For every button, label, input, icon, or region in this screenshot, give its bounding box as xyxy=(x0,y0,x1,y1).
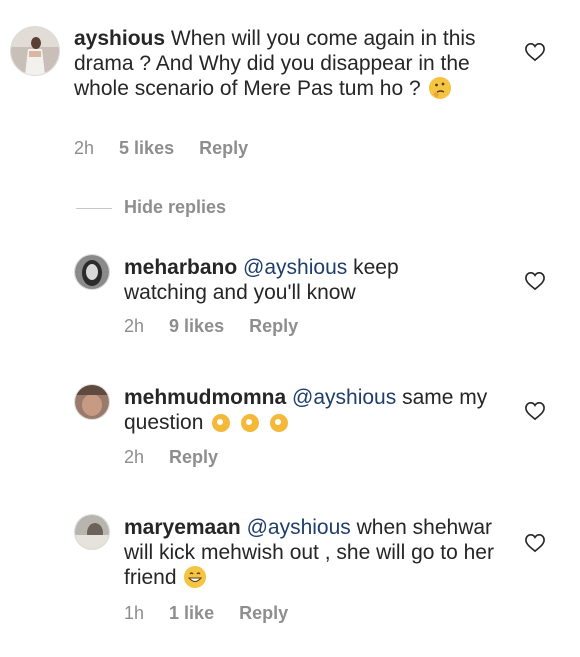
heart-outline-icon[interactable] xyxy=(524,533,546,558)
reply-username[interactable]: mehmudmomna xyxy=(124,386,286,409)
avatar-ayshious[interactable] xyxy=(10,26,60,76)
reply-button[interactable]: Reply xyxy=(169,447,218,467)
reply-text: maryemaan @ayshious when shehwar will ki… xyxy=(124,515,494,590)
mention-link[interactable]: @ayshious xyxy=(292,386,396,409)
reply-button[interactable]: Reply xyxy=(239,603,288,623)
grinning-face-icon xyxy=(184,566,207,588)
reply-time: 1h xyxy=(124,603,145,623)
thinking-face-icon xyxy=(428,77,451,99)
mention-link[interactable]: @ayshious xyxy=(247,516,351,539)
comment-username[interactable]: ayshious xyxy=(74,27,165,50)
reply-time: 2h xyxy=(124,316,145,336)
avatar-meharbano[interactable] xyxy=(74,254,110,290)
comment-likes[interactable]: 5 likes xyxy=(119,138,174,158)
avatar-mehmudmomna[interactable] xyxy=(74,384,110,420)
reply-button[interactable]: Reply xyxy=(199,138,248,158)
hide-replies-divider xyxy=(76,208,112,209)
reply-text: mehmudmomna @ayshious same my question xyxy=(124,385,504,435)
reply-meta: 2h Reply xyxy=(124,447,238,468)
reply-meta: 1h 1 like Reply xyxy=(124,603,308,624)
hide-replies-button[interactable]: Hide replies xyxy=(124,197,226,218)
reply-text: meharbano @ayshious keep watching and yo… xyxy=(124,255,454,305)
heart-outline-icon[interactable] xyxy=(524,42,546,67)
comment-meta: 2h 5 likes Reply xyxy=(74,138,268,159)
reply-meta: 2h 9 likes Reply xyxy=(124,316,318,337)
reply-button[interactable]: Reply xyxy=(249,316,298,336)
reply-likes[interactable]: 1 like xyxy=(169,603,214,623)
comment-text: ayshious When will you come again in thi… xyxy=(74,26,494,101)
heart-outline-icon[interactable] xyxy=(524,271,546,296)
mention-link[interactable]: @ayshious xyxy=(243,256,347,279)
reply-username[interactable]: maryemaan xyxy=(124,516,241,539)
reply-likes[interactable]: 9 likes xyxy=(169,316,224,336)
reply-time: 2h xyxy=(124,447,145,467)
ok-hand-icon xyxy=(209,410,295,435)
comment-time: 2h xyxy=(74,138,95,158)
reply-username[interactable]: meharbano xyxy=(124,256,237,279)
avatar-maryemaan[interactable] xyxy=(74,514,110,550)
heart-outline-icon[interactable] xyxy=(524,401,546,426)
